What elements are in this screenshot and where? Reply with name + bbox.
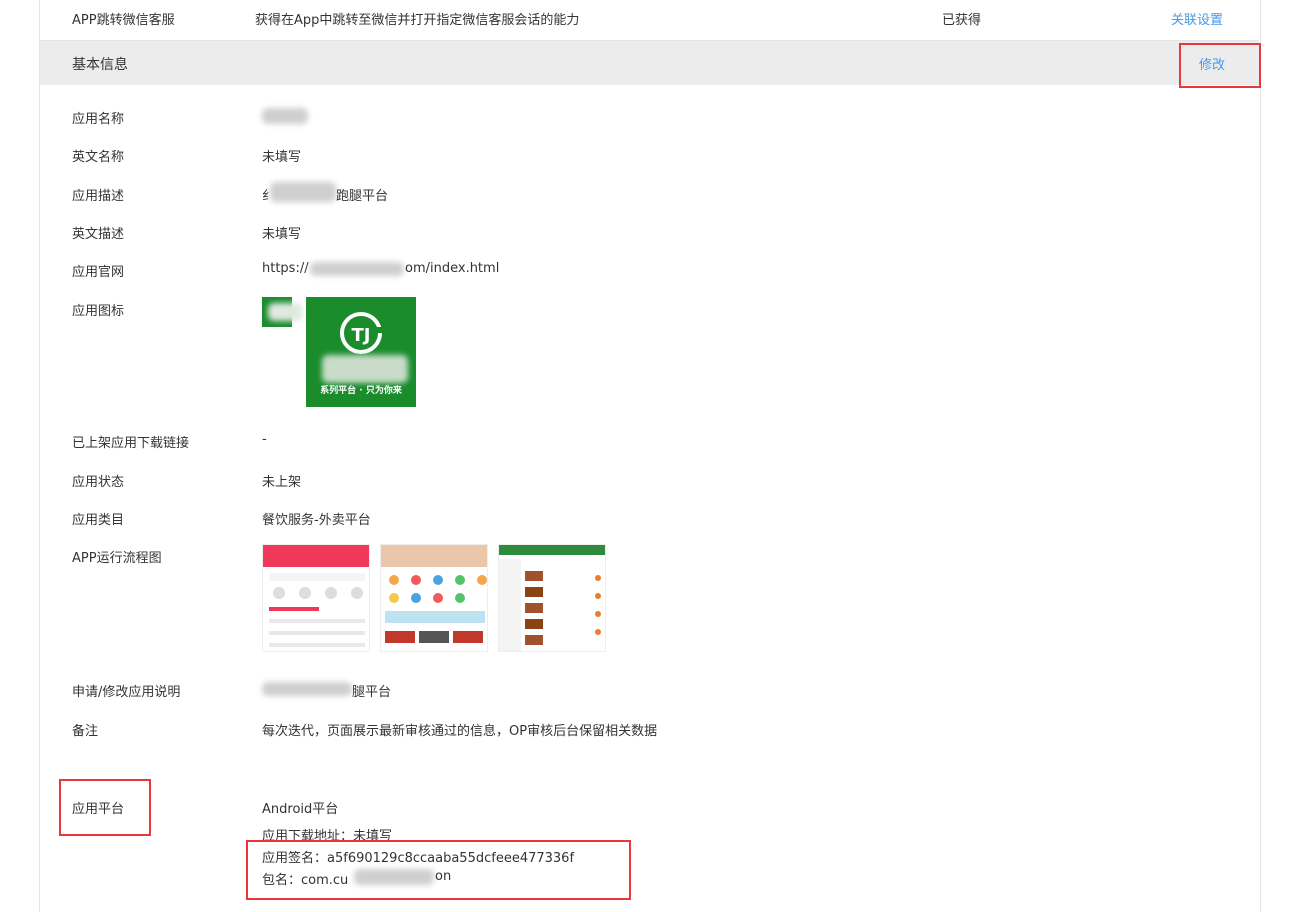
flow-screenshot-2[interactable] <box>380 544 488 652</box>
download-link-label: 已上架应用下载链接 <box>72 436 190 451</box>
highlight-platform-label-box <box>59 779 151 836</box>
status-label: 应用状态 <box>72 475 125 490</box>
permission-name: APP跳转微信客服 <box>72 13 175 28</box>
app-desc-label: 应用描述 <box>72 189 125 204</box>
link-settings-link[interactable]: 关联设置 <box>1171 9 1223 28</box>
status-value: 未上架 <box>262 475 302 490</box>
apply-note-suffix: 腿平台 <box>352 685 392 700</box>
website-suffix: om/index.html <box>405 261 500 276</box>
permission-row: APP跳转微信客服 获得在App中跳转至微信并打开指定微信客服会话的能力 已获得… <box>40 0 1259 41</box>
en-desc-value: 未填写 <box>262 227 302 242</box>
icon-title-blur <box>322 355 408 383</box>
apply-note-blurred <box>262 682 352 696</box>
svg-text:TJ: TJ <box>352 325 371 346</box>
app-desc-blurred <box>270 182 336 202</box>
icon-tagline: 系列平台 · 只为你来 <box>320 386 402 396</box>
basic-info-header: 基本信息 修改 <box>40 41 1259 85</box>
highlight-edit-box <box>1179 43 1261 88</box>
website-prefix: https:// <box>262 261 309 276</box>
app-desc-suffix: 跑腿平台 <box>336 189 389 204</box>
content-frame <box>39 0 1261 912</box>
en-name-value: 未填写 <box>262 150 302 165</box>
app-icon-large: TJ 系列平台 · 只为你来 <box>306 297 416 407</box>
app-icon-small <box>262 297 302 327</box>
category-value: 餐饮服务-外卖平台 <box>262 513 371 528</box>
icon-small-blur <box>268 303 302 321</box>
website-label: 应用官网 <box>72 265 125 280</box>
en-name-label: 英文名称 <box>72 150 125 165</box>
apply-note-label: 申请/修改应用说明 <box>72 685 181 700</box>
app-name-blurred-value <box>262 108 308 124</box>
section-title: 基本信息 <box>72 57 128 73</box>
highlight-signature-box <box>246 840 631 900</box>
app-name-label: 应用名称 <box>72 112 125 127</box>
remark-label: 备注 <box>72 724 99 739</box>
en-desc-label: 英文描述 <box>72 227 125 242</box>
icon-label: 应用图标 <box>72 304 125 319</box>
flow-screenshot-3[interactable] <box>498 544 606 652</box>
flow-label: APP运行流程图 <box>72 551 162 566</box>
flow-screenshot-1[interactable] <box>262 544 370 652</box>
remark-value: 每次迭代，页面展示最新审核通过的信息，OP审核后台保留相关数据 <box>262 724 658 739</box>
download-link-value: - <box>262 432 267 447</box>
permission-status: 已获得 <box>942 13 982 28</box>
platform-value: Android平台 <box>262 802 339 817</box>
website-blurred <box>310 262 404 276</box>
category-label: 应用类目 <box>72 513 125 528</box>
permission-desc: 获得在App中跳转至微信并打开指定微信客服会话的能力 <box>255 13 580 28</box>
